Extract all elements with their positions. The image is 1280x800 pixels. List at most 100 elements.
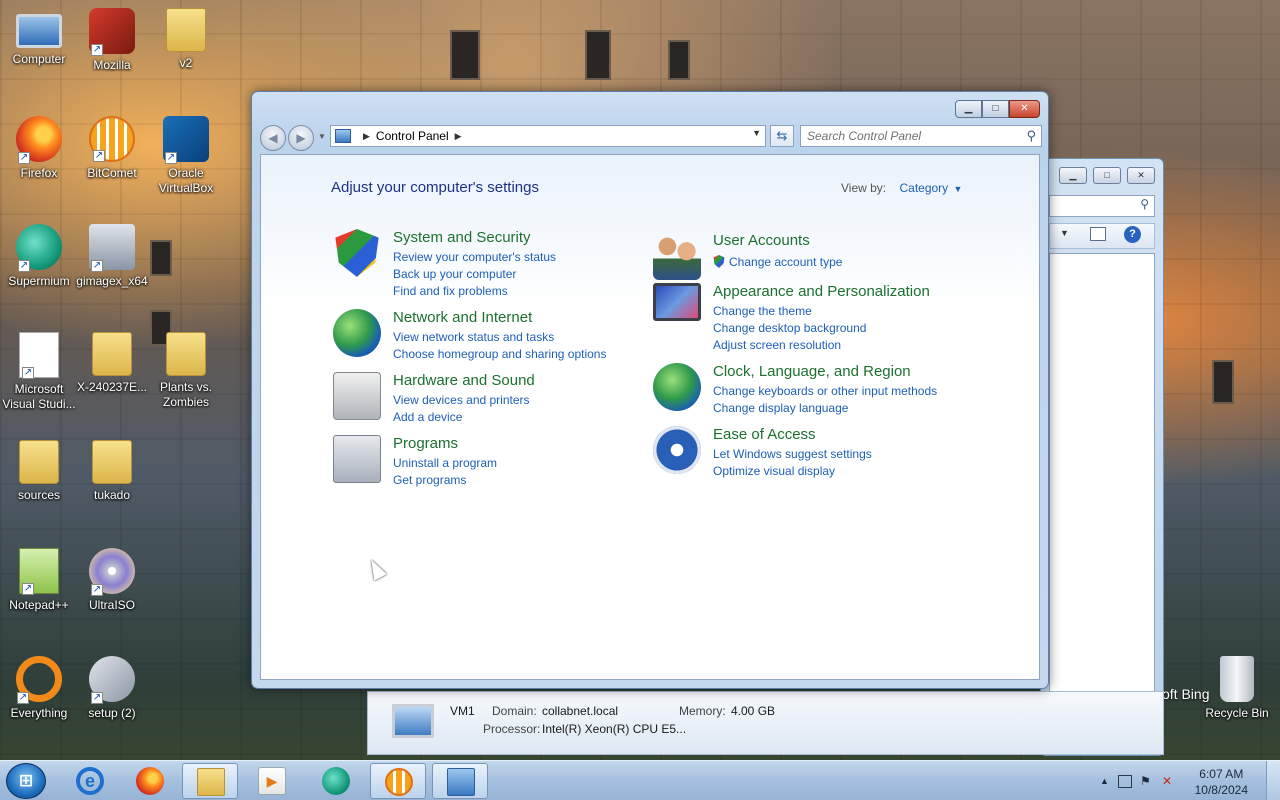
network-error-icon[interactable]: ✕ (1162, 774, 1172, 788)
notepadpp-icon: ↗ (19, 548, 59, 595)
link-change-account-type[interactable]: Change account type (713, 254, 842, 271)
link-desktop-background[interactable]: Change desktop background (713, 320, 866, 337)
search-input[interactable]: Search Control Panel ⚲ (800, 125, 1042, 147)
minimize-button[interactable]: ▁ (955, 100, 982, 118)
link-display-language[interactable]: Change display language (713, 400, 937, 417)
action-center-flag-icon[interactable]: ⚑ (1140, 774, 1151, 788)
link-change-keyboards[interactable]: Change keyboards or other input methods (713, 383, 937, 400)
desktop-icon-sources[interactable]: sources (0, 440, 78, 503)
taskbar-supermium[interactable] (308, 763, 364, 799)
desktop-icon-visual-studio[interactable]: ↗ Microsoft Visual Studi... (0, 332, 78, 412)
maximize-button[interactable]: □ (1093, 167, 1121, 184)
link-change-theme[interactable]: Change the theme (713, 303, 866, 320)
desktop-icon-supermium[interactable]: ↗ Supermium (0, 224, 78, 289)
refresh-button[interactable]: ⇆ (770, 125, 794, 147)
breadcrumb-control-panel[interactable]: Control Panel (376, 129, 449, 143)
show-desktop-button[interactable] (1266, 761, 1280, 800)
link-screen-resolution[interactable]: Adjust screen resolution (713, 337, 866, 354)
desktop-icon-setup2[interactable]: ↗ setup (2) (73, 656, 151, 721)
ease-of-access-icon[interactable] (653, 426, 701, 474)
clock[interactable]: 6:07 AM 10/8/2024 (1195, 766, 1248, 798)
link-add-device[interactable]: Add a device (393, 409, 530, 426)
desktop-icon-virtualbox[interactable]: ↗ Oracle VirtualBox (147, 116, 225, 196)
chevron-down-icon[interactable]: ▼ (954, 184, 963, 194)
device-icon[interactable] (1118, 775, 1132, 788)
taskbar-internet-explorer[interactable]: e (62, 763, 118, 799)
taskbar-media-player[interactable]: ▶ (244, 763, 300, 799)
category-title[interactable]: User Accounts (713, 232, 810, 249)
desktop-icon-mozilla[interactable]: ↗ Mozilla (73, 8, 151, 73)
category-title[interactable]: Network and Internet (393, 309, 532, 326)
back-button[interactable]: ◀ (260, 125, 286, 151)
help-icon[interactable]: ? (1124, 226, 1141, 243)
category-title[interactable]: Clock, Language, and Region (713, 363, 911, 380)
view-by: View by: Category ▼ (841, 181, 962, 195)
close-button[interactable]: ✕ (1127, 167, 1155, 184)
view-by-label: View by: (841, 181, 887, 195)
desktop-icon-x240237e[interactable]: X-240237E... (73, 332, 151, 395)
address-bar[interactable]: ▶ Control Panel ▶ ▼ (330, 125, 766, 147)
shield-icon[interactable] (335, 229, 379, 277)
search-input[interactable]: ⚲ (1049, 195, 1155, 217)
supermium-icon: ↗ (16, 224, 62, 272)
link-review-status[interactable]: Review your computer's status (393, 249, 556, 266)
explorer-content (1049, 253, 1155, 747)
desktop-icon-plants-vs-zombies[interactable]: Plants vs. Zombies (147, 332, 225, 410)
desktop-icon-gimagex[interactable]: ↗ gimagex_x64 (73, 224, 151, 289)
globe-network-icon[interactable] (333, 309, 381, 357)
taskbar-control-panel[interactable] (432, 763, 488, 799)
link-back-up[interactable]: Back up your computer (393, 266, 556, 283)
desktop-icon-firefox[interactable]: ↗ Firefox (0, 116, 78, 181)
link-homegroup[interactable]: Choose homegroup and sharing options (393, 346, 606, 363)
category-title[interactable]: Ease of Access (713, 426, 816, 443)
link-get-programs[interactable]: Get programs (393, 472, 497, 489)
control-panel-window[interactable]: ▁ □ ✕ ◀ ▶ ▼ ▶ Control Panel ▶ ▼ ⇆ Search… (251, 91, 1049, 689)
folder-icon (19, 440, 59, 484)
search-icon[interactable]: ⚲ (1026, 128, 1036, 144)
category-title[interactable]: Hardware and Sound (393, 372, 535, 389)
preview-pane-icon[interactable] (1090, 227, 1106, 241)
bitcomet-icon (385, 768, 413, 796)
link-optimize-display[interactable]: Optimize visual display (713, 463, 872, 480)
desktop-icon-notepadpp[interactable]: ↗ Notepad++ (0, 548, 78, 613)
recent-pages-chevron-icon[interactable]: ▼ (318, 132, 326, 141)
start-button[interactable]: ⊞ (6, 763, 46, 799)
maximize-button[interactable]: □ (982, 100, 1009, 118)
printer-icon[interactable] (333, 372, 381, 420)
desktop-icon-everything[interactable]: ↗ Everything (0, 656, 78, 721)
link-devices-printers[interactable]: View devices and printers (393, 392, 530, 409)
close-button[interactable]: ✕ (1009, 100, 1040, 118)
view-by-dropdown[interactable]: Category (899, 181, 948, 195)
breadcrumb-separator-icon[interactable]: ▶ (363, 131, 370, 142)
link-uninstall-program[interactable]: Uninstall a program (393, 455, 497, 472)
users-icon[interactable] (653, 232, 701, 280)
taskbar-firefox[interactable] (122, 763, 178, 799)
media-player-icon: ▶ (258, 767, 286, 795)
taskbar-windows-explorer[interactable] (182, 763, 238, 799)
background-explorer-window[interactable]: ▁ □ ✕ ⚲ ▼ ? (1040, 158, 1164, 756)
desktop-icon-ultraiso[interactable]: ↗ UltraISO (73, 548, 151, 613)
forward-button[interactable]: ▶ (288, 125, 314, 151)
taskbar-bitcomet[interactable] (370, 763, 426, 799)
show-hidden-icons-icon[interactable]: ▲ (1100, 776, 1109, 786)
category-title[interactable]: System and Security (393, 229, 531, 246)
category-title[interactable]: Appearance and Personalization (713, 283, 930, 300)
breadcrumb-separator-icon[interactable]: ▶ (455, 131, 462, 142)
desktop-icon-tukado[interactable]: tukado (73, 440, 151, 503)
minimize-button[interactable]: ▁ (1059, 167, 1087, 184)
clock-time: 6:07 AM (1199, 767, 1244, 781)
link-find-fix[interactable]: Find and fix problems (393, 283, 556, 300)
address-dropdown-icon[interactable]: ▼ (752, 128, 761, 138)
desktop-icon-computer[interactable]: Computer (0, 8, 78, 67)
category-title[interactable]: Programs (393, 435, 458, 452)
clock-date: 10/8/2024 (1194, 783, 1248, 797)
desktop-icon-recycle-bin[interactable]: Recycle Bin (1198, 656, 1276, 721)
monitor-icon[interactable] (653, 283, 701, 321)
chevron-down-icon[interactable]: ▼ (1060, 228, 1069, 238)
link-suggest-settings[interactable]: Let Windows suggest settings (713, 446, 872, 463)
desktop-icon-bitcomet[interactable]: ↗ BitComet (73, 116, 151, 181)
desktop-icon-v2[interactable]: v2 (147, 8, 225, 71)
programs-icon[interactable] (333, 435, 381, 483)
clock-globe-icon[interactable] (653, 363, 701, 411)
link-network-status[interactable]: View network status and tasks (393, 329, 606, 346)
